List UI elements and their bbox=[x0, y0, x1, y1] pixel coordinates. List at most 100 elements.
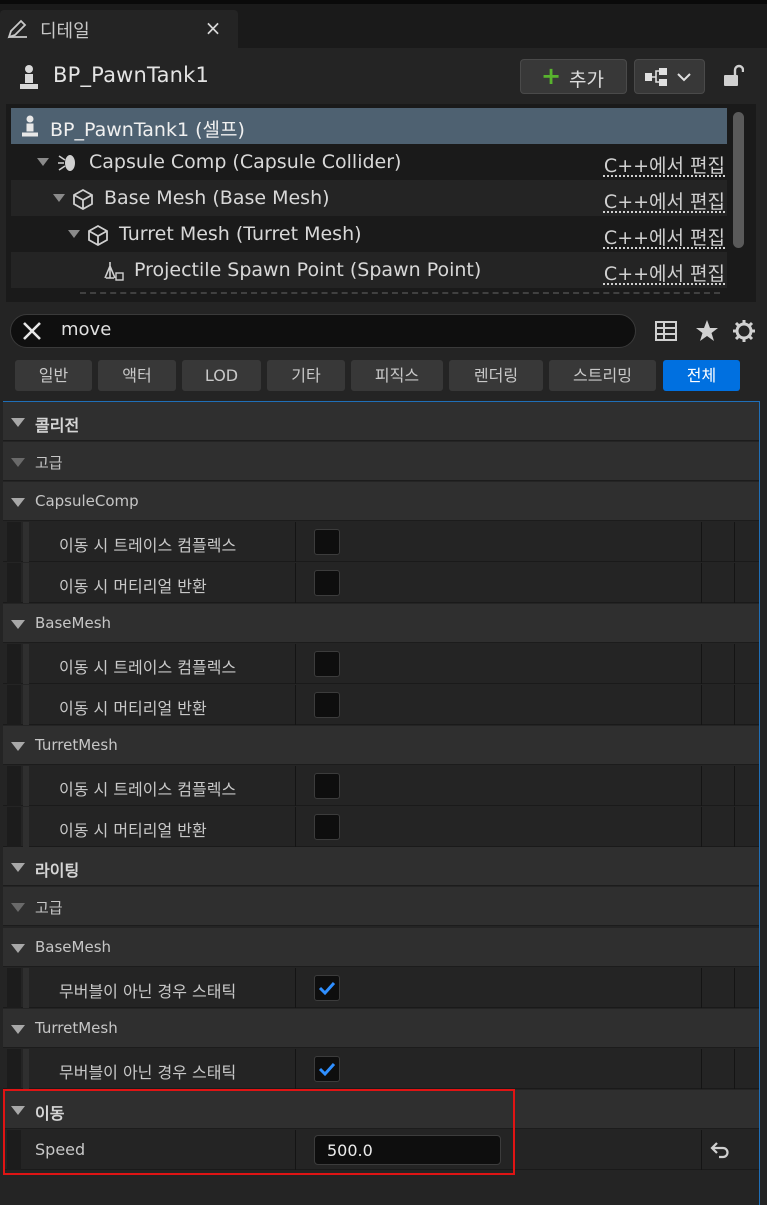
subcategory-capsulecomp[interactable]: CapsuleComp bbox=[3, 482, 759, 521]
subcategory-advanced[interactable]: 고급 bbox=[3, 887, 759, 926]
filter-tab-streaming[interactable]: 스트리밍 bbox=[549, 360, 656, 391]
subcategory-basemesh[interactable]: BaseMesh bbox=[3, 604, 759, 643]
category-title: TurretMesh bbox=[35, 1019, 118, 1037]
property-label: 이동 시 트레이스 컴플렉스 bbox=[59, 780, 237, 799]
column-splitter bbox=[734, 644, 735, 684]
column-splitter[interactable] bbox=[295, 807, 296, 847]
category-lighting[interactable]: 라이팅 bbox=[3, 847, 759, 886]
edit-in-cpp-link[interactable]: C++에서 편집 bbox=[604, 187, 725, 214]
tree-item-label: BP_PawnTank1 (셀프) bbox=[50, 119, 245, 141]
property-label: 이동 시 머티리얼 반환 bbox=[59, 577, 207, 596]
column-splitter bbox=[701, 1130, 702, 1170]
column-splitter[interactable] bbox=[295, 563, 296, 603]
checkmark-icon bbox=[318, 981, 336, 996]
tree-item-base-mesh[interactable]: Base Mesh (Base Mesh) C++에서 편집 bbox=[11, 180, 727, 216]
property-label: 무버블이 아닌 경우 스태틱 bbox=[59, 982, 237, 1001]
return-material-checkbox[interactable] bbox=[314, 692, 340, 718]
row-indent bbox=[23, 522, 29, 562]
return-material-checkbox[interactable] bbox=[314, 814, 340, 840]
category-title: 고급 bbox=[35, 454, 63, 472]
tree-partial-row bbox=[80, 292, 720, 302]
row-indent bbox=[23, 968, 29, 1008]
column-splitter bbox=[701, 685, 702, 725]
property-row: 이동 시 머티리얼 반환 bbox=[3, 563, 759, 603]
expand-arrow-icon[interactable] bbox=[68, 230, 80, 238]
tree-item-capsule-comp[interactable]: Capsule Comp (Capsule Collider) C++에서 편집 bbox=[11, 144, 727, 180]
component-tree: BP_PawnTank1 (셀프) Capsule Comp (Capsule … bbox=[6, 104, 756, 302]
static-when-not-movable-checkbox[interactable] bbox=[314, 1056, 340, 1082]
row-indent bbox=[23, 807, 29, 847]
filter-tab-lod[interactable]: LOD bbox=[182, 360, 261, 391]
filter-tab-physics[interactable]: 피직스 bbox=[351, 360, 443, 391]
row-indent bbox=[23, 644, 29, 684]
property-row: 이동 시 머티리얼 반환 bbox=[3, 807, 759, 847]
property-label: 무버블이 아닌 경우 스태틱 bbox=[59, 1063, 237, 1082]
column-splitter bbox=[701, 1049, 702, 1089]
lock-icon[interactable] bbox=[722, 63, 744, 89]
expand-arrow-icon[interactable] bbox=[53, 194, 65, 202]
edit-in-cpp-link[interactable]: C++에서 편집 bbox=[604, 259, 725, 286]
collapse-arrow-icon bbox=[11, 903, 25, 912]
tree-item-turret-mesh[interactable]: Turret Mesh (Turret Mesh) C++에서 편집 bbox=[11, 216, 727, 252]
filter-tab-all[interactable]: 전체 bbox=[663, 360, 740, 391]
category-title: BaseMesh bbox=[35, 938, 112, 956]
tree-item-self[interactable]: BP_PawnTank1 (셀프) bbox=[11, 108, 727, 144]
search-input[interactable]: move bbox=[10, 314, 636, 348]
row-indent bbox=[23, 563, 29, 603]
trace-complex-checkbox[interactable] bbox=[314, 529, 340, 555]
property-row: 무버블이 아닌 경우 스태틱 bbox=[3, 968, 759, 1008]
add-button-label: 추가 bbox=[569, 69, 604, 91]
star-icon[interactable] bbox=[694, 318, 720, 344]
tree-item-projectile-spawn-point[interactable]: Projectile Spawn Point (Spawn Point) C++… bbox=[11, 252, 727, 288]
subcategory-turretmesh[interactable]: TurretMesh bbox=[3, 726, 759, 765]
tree-scrollbar[interactable] bbox=[733, 112, 744, 248]
property-row: 이동 시 트레이스 컴플렉스 bbox=[3, 522, 759, 562]
close-icon[interactable]: × bbox=[203, 17, 223, 39]
subcategory-turretmesh[interactable]: TurretMesh bbox=[3, 1009, 759, 1048]
column-splitter[interactable] bbox=[295, 644, 296, 684]
category-title: CapsuleComp bbox=[35, 492, 139, 510]
property-row: 무버블이 아닌 경우 스태틱 bbox=[3, 1049, 759, 1089]
subcategory-basemesh[interactable]: BaseMesh bbox=[3, 928, 759, 967]
filter-tab-rendering[interactable]: 렌더링 bbox=[449, 360, 543, 391]
category-title: TurretMesh bbox=[35, 736, 118, 754]
property-matrix-icon[interactable] bbox=[653, 318, 679, 344]
reset-to-default-icon[interactable] bbox=[708, 1138, 732, 1162]
column-splitter[interactable] bbox=[295, 685, 296, 725]
row-indent bbox=[7, 522, 21, 562]
property-row: 이동 시 머티리얼 반환 bbox=[3, 685, 759, 725]
property-label: 이동 시 머티리얼 반환 bbox=[59, 821, 207, 840]
column-splitter[interactable] bbox=[295, 1049, 296, 1089]
pawn-icon bbox=[20, 65, 38, 89]
row-indent bbox=[7, 766, 21, 806]
clear-search-icon[interactable] bbox=[19, 318, 45, 344]
filter-tab-actor[interactable]: 액터 bbox=[98, 360, 176, 391]
filter-tab-misc[interactable]: 기타 bbox=[267, 360, 345, 391]
add-component-button[interactable]: + 추가 bbox=[520, 59, 627, 94]
expand-arrow-icon[interactable] bbox=[37, 158, 49, 166]
tab-title: 디테일 bbox=[40, 21, 90, 42]
gear-icon[interactable] bbox=[731, 318, 757, 344]
subcategory-advanced[interactable]: 고급 bbox=[3, 442, 759, 481]
tab-details[interactable]: 디테일 × bbox=[0, 10, 238, 48]
static-mesh-icon bbox=[73, 188, 93, 210]
column-splitter[interactable] bbox=[295, 522, 296, 562]
blueprint-options-button[interactable] bbox=[634, 59, 705, 94]
row-indent bbox=[7, 644, 21, 684]
static-when-not-movable-checkbox[interactable] bbox=[314, 975, 340, 1001]
edit-in-cpp-link[interactable]: C++에서 편집 bbox=[604, 151, 725, 178]
column-splitter bbox=[701, 522, 702, 562]
row-indent bbox=[23, 1049, 29, 1089]
column-splitter[interactable] bbox=[295, 968, 296, 1008]
filter-tab-general[interactable]: 일반 bbox=[15, 360, 92, 391]
column-splitter bbox=[734, 1049, 735, 1089]
trace-complex-checkbox[interactable] bbox=[314, 773, 340, 799]
edit-in-cpp-link[interactable]: C++에서 편집 bbox=[604, 223, 725, 250]
return-material-checkbox[interactable] bbox=[314, 570, 340, 596]
column-splitter[interactable] bbox=[295, 766, 296, 806]
property-label: 이동 시 트레이스 컴플렉스 bbox=[59, 536, 237, 555]
column-splitter bbox=[701, 807, 702, 847]
category-collision[interactable]: 콜리전 bbox=[3, 402, 759, 441]
collapse-arrow-icon bbox=[11, 458, 25, 467]
trace-complex-checkbox[interactable] bbox=[314, 651, 340, 677]
